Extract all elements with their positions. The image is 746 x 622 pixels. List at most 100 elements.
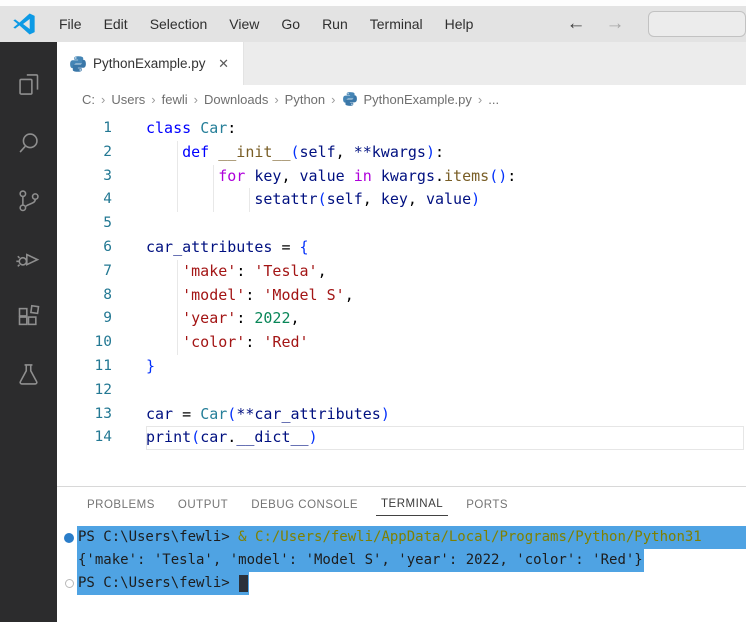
- source-control-icon[interactable]: [5, 171, 53, 229]
- menu-item-go[interactable]: Go: [270, 12, 311, 36]
- line-number[interactable]: 5: [57, 212, 112, 236]
- line-number[interactable]: 1: [57, 117, 112, 141]
- code-token: car_attributes: [146, 237, 273, 256]
- line-number[interactable]: 11: [57, 355, 112, 379]
- code-token: __dict__: [236, 428, 309, 447]
- line-number[interactable]: 8: [57, 284, 112, 308]
- chevron-right-icon: ›: [477, 91, 483, 107]
- line-number[interactable]: 13: [57, 403, 112, 427]
- code-token: in: [344, 166, 381, 185]
- code-token: items: [444, 166, 490, 185]
- prompt-circle-icon[interactable]: [64, 579, 74, 588]
- breadcrumb-segment[interactable]: Python: [283, 92, 327, 107]
- code-line[interactable]: 10 'color': 'Red': [57, 331, 746, 355]
- line-number[interactable]: 9: [57, 307, 112, 331]
- chevron-right-icon: ›: [331, 91, 336, 107]
- code-token: 'Model S': [263, 285, 345, 304]
- chevron-right-icon: ›: [193, 91, 198, 107]
- terminal-gutter: [61, 572, 77, 595]
- menu-item-view[interactable]: View: [218, 12, 270, 36]
- line-number[interactable]: 6: [57, 236, 112, 260]
- terminal-gutter: [61, 549, 77, 572]
- vscode-logo-icon: [13, 13, 35, 35]
- breadcrumb-segment[interactable]: fewli: [160, 92, 190, 107]
- terminal[interactable]: PS C:\Users\fewli> & C:/Users/fewli/AppD…: [57, 520, 746, 622]
- code-line[interactable]: 5: [57, 212, 746, 236]
- panel-tab-debug-console[interactable]: DEBUG CONSOLE: [246, 492, 363, 516]
- code-line-content: car = Car(**car_attributes): [146, 403, 746, 427]
- vscode-window: File Edit Selection View Go Run Terminal Help ←…: [0, 0, 746, 622]
- menu-item-help[interactable]: Help: [434, 12, 485, 36]
- menu-item-terminal[interactable]: Terminal: [359, 12, 434, 36]
- code-token: key: [380, 190, 408, 209]
- panel-tab-terminal[interactable]: TERMINAL: [376, 491, 449, 516]
- code-line[interactable]: 1 class Car:: [57, 117, 746, 141]
- code-token: value: [299, 166, 345, 185]
- terminal-line[interactable]: {'make': 'Tesla', 'model': 'Model S', 'y…: [61, 549, 746, 572]
- code-token: :: [236, 309, 255, 328]
- back-arrow-icon[interactable]: ←: [556, 13, 595, 35]
- code-line-content: def __init__(self, **kwargs):: [146, 140, 746, 165]
- line-number[interactable]: 10: [57, 331, 112, 355]
- breadcrumb-segment[interactable]: Users: [109, 92, 147, 107]
- terminal-cursor: [239, 574, 249, 592]
- breadcrumb-trailing[interactable]: ...: [486, 92, 501, 107]
- code-token: ): [471, 190, 481, 209]
- terminal-line[interactable]: PS C:\Users\fewli> & C:/Users/fewli/AppD…: [61, 526, 746, 549]
- line-number[interactable]: 7: [57, 260, 112, 284]
- panel-tab-problems[interactable]: PROBLEMS: [82, 492, 160, 516]
- code-token: def: [182, 142, 219, 161]
- code-line[interactable]: 3 for key, value in kwargs.items():: [57, 164, 746, 189]
- tab-pythonexample[interactable]: PythonExample.py ✕: [57, 42, 244, 85]
- code-editor[interactable]: 1 class Car: 2 def __init__(self, **kwargs…: [57, 113, 746, 486]
- code-token: 'year': [182, 309, 237, 328]
- breadcrumb-file[interactable]: PythonExample.py: [362, 92, 474, 107]
- command-ran-dot-icon[interactable]: [64, 532, 74, 543]
- code-token: **kwargs: [353, 142, 426, 161]
- code-line-content: [146, 212, 746, 236]
- code-line[interactable]: 11}: [57, 355, 746, 379]
- menu-item-file[interactable]: File: [48, 12, 93, 36]
- command-search-box[interactable]: [648, 11, 746, 37]
- forward-arrow-icon[interactable]: →: [595, 13, 634, 35]
- line-number[interactable]: 3: [57, 165, 112, 189]
- panel-tab-ports[interactable]: PORTS: [461, 492, 513, 516]
- breadcrumb-segment[interactable]: Downloads: [202, 92, 270, 107]
- indent-guide: [177, 307, 179, 332]
- menu-item-edit[interactable]: Edit: [93, 12, 139, 36]
- code-line[interactable]: 9 'year': 2022,: [57, 307, 746, 332]
- run-debug-icon[interactable]: [5, 229, 53, 287]
- search-icon[interactable]: [5, 113, 53, 171]
- code-line[interactable]: 12: [57, 379, 746, 403]
- code-line-content: 'model': 'Model S',: [146, 283, 746, 308]
- explorer-icon[interactable]: [5, 55, 53, 113]
- menu-item-selection[interactable]: Selection: [139, 12, 219, 36]
- code-token: 'color': [182, 333, 246, 352]
- line-number[interactable]: 12: [57, 379, 112, 403]
- code-token: {: [299, 237, 309, 256]
- code-token: (: [227, 404, 237, 423]
- code-line[interactable]: 13 car = Car(**car_attributes): [57, 403, 746, 427]
- line-number[interactable]: 4: [57, 188, 112, 212]
- tab-close-icon[interactable]: ✕: [214, 54, 233, 74]
- breadcrumb-segment[interactable]: C:: [80, 92, 97, 107]
- code-token: :: [507, 166, 517, 185]
- code-token: self: [299, 142, 336, 161]
- terminal-text: PS C:\Users\fewli> & C:/Users/fewli/AppD…: [77, 526, 746, 549]
- code-line[interactable]: 14 print(car.__dict__): [57, 426, 746, 450]
- code-line[interactable]: 7 'make': 'Tesla',: [57, 259, 746, 284]
- code-line[interactable]: 8 'model': 'Model S',: [57, 283, 746, 308]
- code-line[interactable]: 6 car_attributes = {: [57, 236, 746, 260]
- code-line[interactable]: 4 setattr(self, key, value): [57, 188, 746, 213]
- menu-item-run[interactable]: Run: [311, 12, 359, 36]
- terminal-line[interactable]: PS C:\Users\fewli>: [61, 572, 746, 595]
- panel-tab-output[interactable]: OUTPUT: [173, 492, 233, 516]
- menu-bar: File Edit Selection View Go Run Terminal Help ←…: [0, 6, 746, 42]
- line-number[interactable]: 14: [57, 426, 112, 450]
- extensions-icon[interactable]: [5, 287, 53, 345]
- line-number[interactable]: 2: [57, 141, 112, 165]
- code-line[interactable]: 2 def __init__(self, **kwargs):: [57, 140, 746, 165]
- terminal-token: PS C:\Users\fewli>: [78, 529, 239, 545]
- testing-icon[interactable]: [5, 345, 53, 403]
